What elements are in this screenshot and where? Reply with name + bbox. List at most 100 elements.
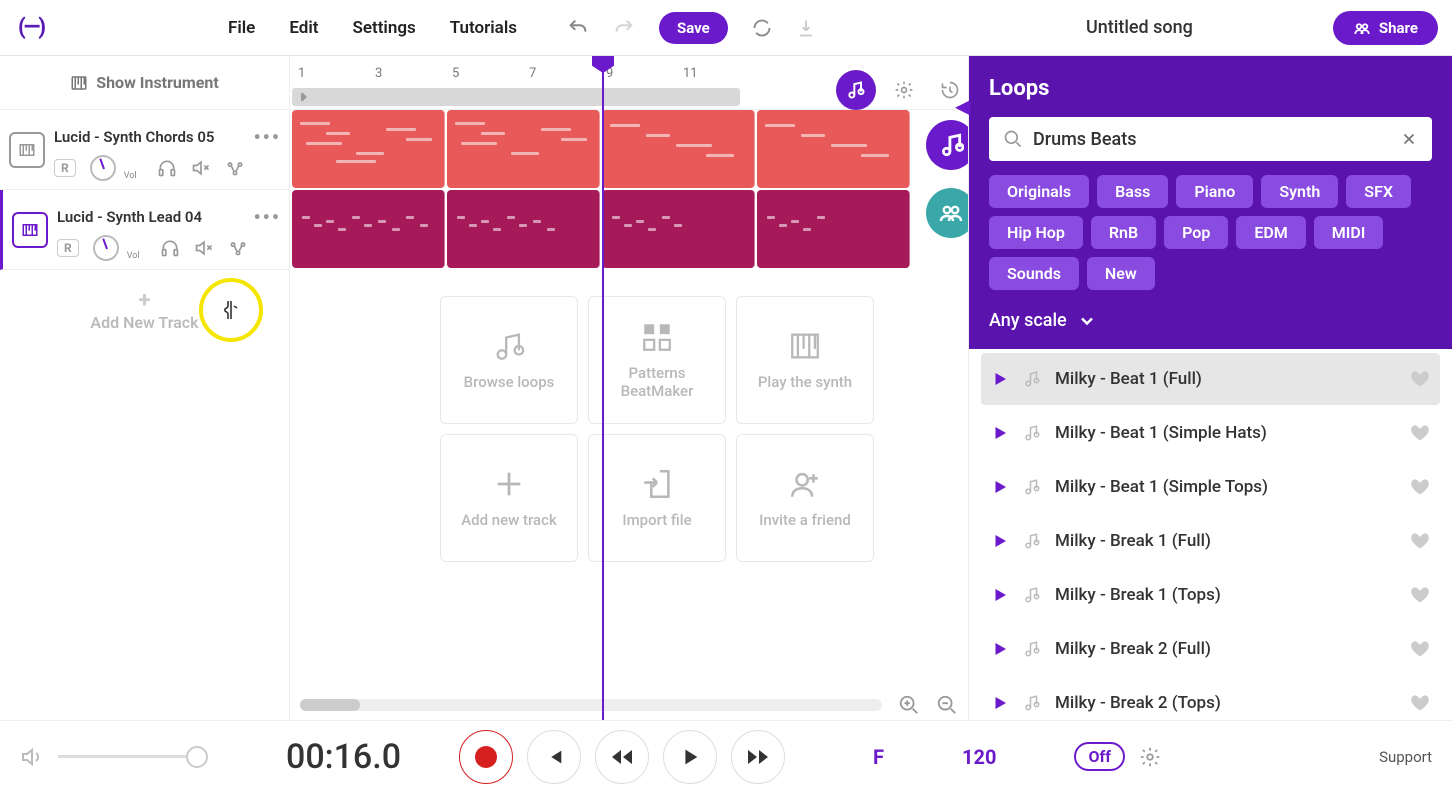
fast-forward-button[interactable] (731, 730, 785, 784)
filter-tag[interactable]: Piano (1176, 175, 1253, 208)
invite-friend-tile[interactable]: Invite a friend (736, 434, 874, 562)
song-title[interactable]: Untitled song (1086, 17, 1193, 38)
track-row[interactable]: Lucid - Synth Lead 04••• R Vol (0, 190, 289, 270)
headphones-icon[interactable] (157, 158, 177, 178)
favorite-icon[interactable] (1410, 369, 1430, 389)
playhead[interactable] (602, 56, 604, 720)
show-instrument-button[interactable]: Show Instrument (0, 56, 289, 110)
loop-play-icon[interactable] (991, 694, 1009, 712)
filter-tag[interactable]: Hip Hop (989, 216, 1083, 249)
loop-item[interactable]: Milky - Break 1 (Tops) (981, 569, 1440, 621)
metronome-toggle[interactable]: Off (1074, 742, 1124, 771)
search-input[interactable] (1033, 129, 1390, 150)
loop-item[interactable]: Milky - Beat 1 (Simple Tops) (981, 461, 1440, 513)
menu-settings[interactable]: Settings (352, 18, 415, 38)
patterns-tile[interactable]: Patterns BeatMaker (588, 296, 726, 424)
track-instrument-icon[interactable] (12, 212, 48, 248)
filter-tag[interactable]: Pop (1164, 216, 1228, 249)
gear-icon[interactable] (886, 72, 922, 108)
settings-gear-icon[interactable] (1139, 746, 1161, 768)
filter-tag[interactable]: MIDI (1314, 216, 1384, 249)
loop-play-icon[interactable] (991, 478, 1009, 496)
favorite-icon[interactable] (1410, 693, 1430, 713)
save-button[interactable]: Save (659, 12, 728, 44)
import-file-tile[interactable]: Import file (588, 434, 726, 562)
collaborate-button[interactable] (926, 188, 968, 238)
midi-clip[interactable] (292, 110, 445, 188)
midi-clip[interactable] (447, 110, 600, 188)
master-volume-slider[interactable] (58, 755, 198, 758)
menu-tutorials[interactable]: Tutorials (450, 18, 517, 38)
favorite-icon[interactable] (1410, 639, 1430, 659)
play-button[interactable] (663, 730, 717, 784)
record-button[interactable] (459, 730, 513, 784)
loop-item[interactable]: Milky - Beat 1 (Simple Hats) (981, 407, 1440, 459)
add-new-track-button[interactable]: + Add New Track (0, 270, 289, 350)
track-more-icon[interactable]: ••• (253, 205, 281, 229)
favorite-icon[interactable] (1410, 531, 1430, 551)
midi-clip[interactable] (292, 190, 445, 268)
search-field[interactable] (989, 117, 1432, 161)
headphones-icon[interactable] (160, 238, 180, 258)
clear-search-icon[interactable] (1400, 130, 1418, 148)
zoom-out-icon[interactable] (936, 694, 958, 716)
history-icon[interactable] (932, 72, 968, 108)
loop-play-icon[interactable] (991, 586, 1009, 604)
fx-icon[interactable] (225, 158, 245, 178)
add-new-track-tile[interactable]: Add new track (440, 434, 578, 562)
filter-tag[interactable]: Bass (1097, 175, 1168, 208)
loop-play-icon[interactable] (991, 424, 1009, 442)
loops-panel-button[interactable] (926, 120, 968, 170)
track-instrument-icon[interactable] (9, 132, 45, 168)
loop-item[interactable]: Milky - Break 2 (Full) (981, 623, 1440, 675)
bpm-display[interactable]: 120 (962, 745, 996, 769)
undo-icon[interactable] (567, 17, 589, 39)
fx-icon[interactable] (228, 238, 248, 258)
horizontal-scrollbar[interactable] (300, 699, 882, 711)
support-link[interactable]: Support (1379, 748, 1432, 766)
midi-clip[interactable] (447, 190, 600, 268)
mute-icon[interactable] (194, 238, 214, 258)
share-button[interactable]: Share (1333, 11, 1438, 45)
zoom-in-icon[interactable] (898, 694, 920, 716)
skip-start-button[interactable] (527, 730, 581, 784)
mute-icon[interactable] (191, 158, 211, 178)
track-more-icon[interactable]: ••• (253, 125, 281, 149)
refresh-icon[interactable] (752, 18, 772, 38)
loop-item[interactable]: Milky - Beat 1 (Full) (981, 353, 1440, 405)
browse-loops-tile[interactable]: Browse loops (440, 296, 578, 424)
track-record-toggle[interactable]: R (57, 239, 79, 257)
download-icon[interactable] (796, 18, 816, 38)
loop-play-icon[interactable] (991, 370, 1009, 388)
scale-selector[interactable]: Any scale (989, 310, 1432, 331)
track-volume-knob[interactable] (90, 155, 116, 181)
loop-item[interactable]: Milky - Break 2 (Tops) (981, 677, 1440, 720)
track-volume-knob[interactable] (93, 235, 119, 261)
menu-edit[interactable]: Edit (289, 18, 318, 38)
filter-tag[interactable]: RnB (1091, 216, 1156, 249)
favorite-icon[interactable] (1410, 585, 1430, 605)
midi-clip[interactable] (602, 110, 755, 188)
filter-tag[interactable]: EDM (1236, 216, 1305, 249)
loop-region[interactable] (292, 88, 740, 106)
loop-play-icon[interactable] (991, 532, 1009, 550)
track-record-toggle[interactable]: R (54, 159, 76, 177)
rewind-button[interactable] (595, 730, 649, 784)
favorite-icon[interactable] (1410, 423, 1430, 443)
filter-tag[interactable]: SFX (1346, 175, 1411, 208)
speaker-icon[interactable] (20, 745, 44, 769)
key-display[interactable]: F (873, 745, 884, 769)
menu-file[interactable]: File (228, 18, 255, 38)
track-row[interactable]: Lucid - Synth Chords 05••• R Vol (0, 110, 289, 190)
loop-item[interactable]: Milky - Break 1 (Full) (981, 515, 1440, 567)
note-editor-button[interactable] (836, 70, 876, 110)
filter-tag[interactable]: Originals (989, 175, 1089, 208)
loop-play-icon[interactable] (991, 640, 1009, 658)
redo-icon[interactable] (613, 17, 635, 39)
filter-tag[interactable]: Synth (1261, 175, 1338, 208)
filter-tag[interactable]: Sounds (989, 257, 1079, 290)
favorite-icon[interactable] (1410, 477, 1430, 497)
app-logo[interactable]: (—) (14, 11, 48, 45)
midi-clip[interactable] (602, 190, 755, 268)
filter-tag[interactable]: New (1087, 257, 1155, 290)
